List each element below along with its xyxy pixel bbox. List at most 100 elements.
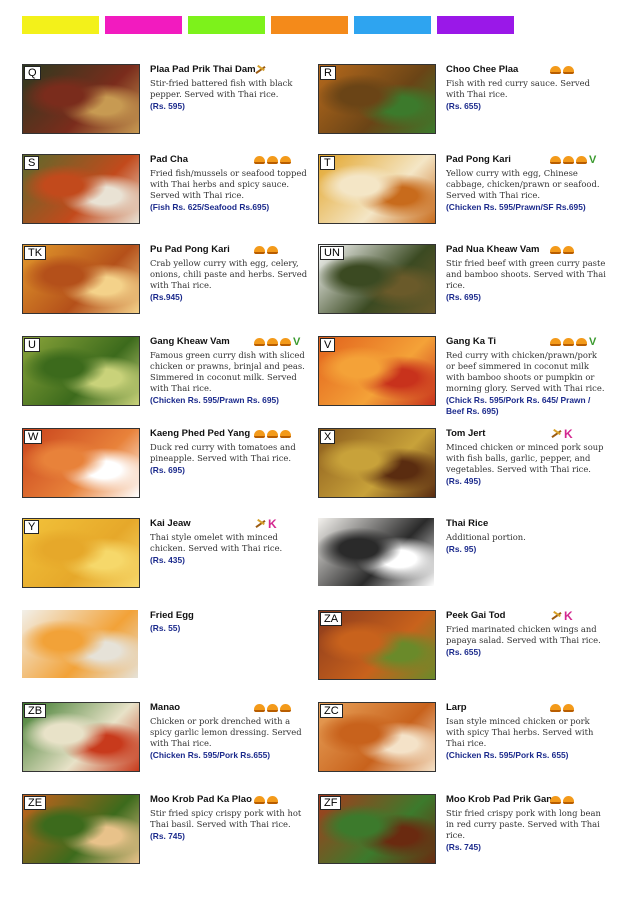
- dish-price: (Rs. 745): [150, 831, 185, 841]
- dish-price: (Rs. 55): [150, 623, 181, 633]
- menu-item: UN Pad Nua Kheaw Vam Stir fried beef with …: [318, 244, 618, 336]
- dish-description: Additional portion.: [446, 532, 526, 542]
- menu-item: ZA Peek Gai Tod Fried marinated chicken wi…: [318, 610, 618, 702]
- menu-item: S Pad Cha Fried fish/mussels or seafood to…: [22, 154, 322, 246]
- dish-photo: [318, 518, 434, 586]
- dish-description: Famous green curry dish with sliced chic…: [150, 350, 305, 393]
- dish-price: (Chicken Rs. 595/Pork Rs. 655): [446, 750, 569, 760]
- chili-icon: [254, 796, 265, 804]
- dish-photo: T: [318, 154, 436, 224]
- dish-price: (Rs. 595): [150, 101, 185, 111]
- item-code: Q: [24, 66, 41, 80]
- chili-icon: [267, 246, 278, 254]
- dish-icons: V: [550, 336, 596, 348]
- dish-price: (Chicken Rs. 595/Pork Rs.655): [150, 750, 271, 760]
- dish-description: Stir fried crispy pork with long bean in…: [446, 808, 601, 840]
- item-code: Y: [24, 520, 40, 534]
- dish-icons: V: [550, 154, 596, 166]
- dish-price: (Chicken Rs. 595/Prawn Rs. 695): [150, 395, 279, 405]
- dish-name: Fried Egg: [150, 610, 194, 621]
- dish-photo: UN: [318, 244, 436, 314]
- dish-name: Pu Pad Pong Kari: [150, 244, 230, 255]
- dish-icons: K: [550, 610, 573, 622]
- item-code: S: [24, 156, 40, 170]
- dish-photo: ZC: [318, 702, 436, 772]
- dish-icons: [254, 794, 278, 806]
- color-bar: [354, 16, 431, 34]
- chili-icon: [550, 338, 561, 346]
- dish-description: Stir-fried battered fish with black pepp…: [150, 78, 293, 99]
- dish-description: Fried fish/mussels or seafood topped wit…: [150, 168, 307, 200]
- chili-icon: [563, 66, 574, 74]
- item-code: X: [320, 430, 336, 444]
- chili-icon: [563, 246, 574, 254]
- item-code: ZF: [320, 796, 342, 810]
- dish-price: (Rs. 695): [150, 465, 185, 475]
- dish-price: (Rs. 95): [446, 544, 477, 554]
- item-code: UN: [320, 246, 344, 260]
- color-bar: [105, 16, 182, 34]
- dish-name: Larp: [446, 702, 467, 713]
- dish-name: Peek Gai Tod: [446, 610, 506, 621]
- item-code: R: [320, 66, 336, 80]
- dish-name: Pad Nua Kheaw Vam: [446, 244, 540, 255]
- dish-photo: ZA: [318, 610, 436, 680]
- menu-item: U Gang Kheaw Vam Famous green curry dish w…: [22, 336, 322, 428]
- chili-icon: [550, 66, 561, 74]
- color-bar: [22, 16, 99, 34]
- chili-icon: [280, 704, 291, 712]
- chili-icon: [550, 796, 561, 804]
- dish-photo: U: [22, 336, 140, 406]
- menu-item: X Tom Jert Minced chicken or minced pork s…: [318, 428, 618, 520]
- chili-icon: [254, 156, 265, 164]
- dish-icons: [550, 794, 574, 806]
- dish-photo: [22, 610, 138, 678]
- dish-price: (Chick Rs. 595/Pork Rs. 645/ Prawn / Bee…: [446, 395, 591, 416]
- dish-photo: ZE: [22, 794, 140, 864]
- menu-item: Thai Rice Additional portion. (Rs. 95): [318, 518, 618, 610]
- chili-icon: [254, 338, 265, 346]
- chili-icon: [254, 704, 265, 712]
- chili-icon: [550, 704, 561, 712]
- dish-price: (Rs. 695): [446, 292, 481, 302]
- spoon-fork-icon: [254, 65, 266, 75]
- item-code: V: [320, 338, 336, 352]
- dish-icons: [550, 244, 574, 256]
- dish-photo: R: [318, 64, 436, 134]
- kids-icon: K: [564, 609, 573, 623]
- menu-item: ZC Larp Isan style minced chicken or pork …: [318, 702, 618, 794]
- item-code: TK: [24, 246, 47, 260]
- dish-icons: [254, 244, 278, 256]
- dish-price: (Rs. 655): [446, 647, 481, 657]
- dish-icons: K: [550, 428, 573, 440]
- dish-description: Duck red curry with tomatoes and pineapp…: [150, 442, 296, 463]
- chili-icon: [563, 338, 574, 346]
- dish-name: Moo Krob Pad Prik Gang: [446, 794, 558, 805]
- item-code: U: [24, 338, 40, 352]
- dish-name: Plaa Pad Prik Thai Dam: [150, 64, 256, 75]
- menu-item: T Pad Pong Kari Yellow curry with egg, Chi…: [318, 154, 618, 246]
- chili-icon: [280, 430, 291, 438]
- dish-price: (Rs. 745): [446, 842, 481, 852]
- menu-item: R Choo Chee Plaa Fish with red curry sauce…: [318, 64, 618, 156]
- chili-icon: [267, 796, 278, 804]
- menu-item: ZB Manao Chicken or pork drenched with a s…: [22, 702, 322, 794]
- dish-description: Fish with red curry sauce. Served with T…: [446, 78, 590, 99]
- color-bar: [437, 16, 514, 34]
- menu-item: Fried Egg (Rs. 55): [22, 610, 322, 702]
- chili-icon: [267, 338, 278, 346]
- item-code: ZE: [24, 796, 47, 810]
- chili-icon: [563, 704, 574, 712]
- chili-icon: [267, 156, 278, 164]
- dish-icons: [254, 154, 291, 166]
- dish-photo: V: [318, 336, 436, 406]
- dish-name: Kai Jeaw: [150, 518, 191, 529]
- menu-item: Y Kai Jeaw Thai style omelet with minced c…: [22, 518, 322, 610]
- dish-description: Thai style omelet with minced chicken. S…: [150, 532, 283, 553]
- item-code: ZC: [320, 704, 343, 718]
- dish-name: Moo Krob Pad Ka Plao: [150, 794, 252, 805]
- dish-photo: X: [318, 428, 436, 498]
- dish-description: Chicken or pork drenched with a spicy ga…: [150, 716, 302, 748]
- menu-item: TK Pu Pad Pong Kari Crab yellow curry with…: [22, 244, 322, 336]
- dish-icons: [550, 64, 574, 76]
